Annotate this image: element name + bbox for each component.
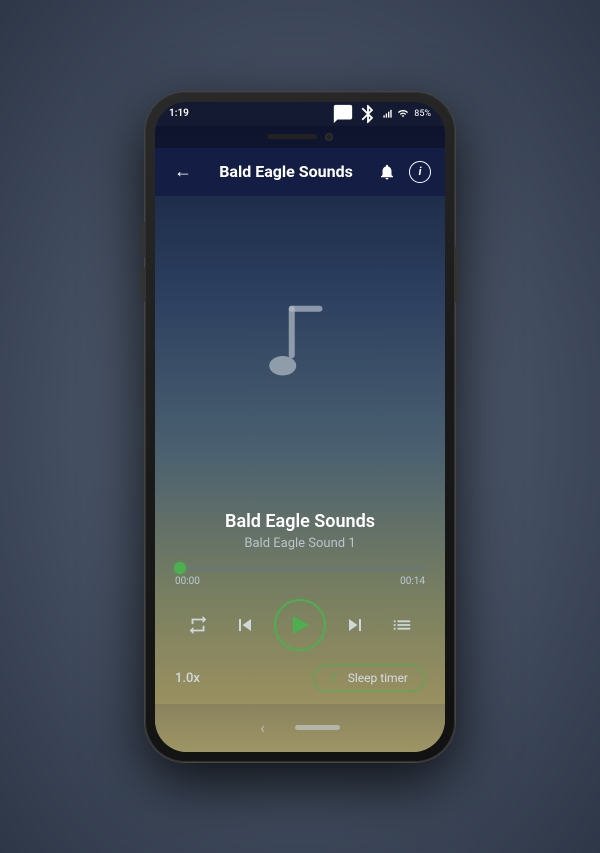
extra-controls: 1.0x ☾ Sleep timer (175, 665, 425, 692)
music-note-icon (260, 302, 340, 404)
skip-prev-icon (233, 613, 257, 637)
progress-thumb[interactable] (174, 562, 186, 574)
status-time: 1:19 (169, 108, 189, 119)
playlist-icon (391, 614, 413, 636)
playback-controls (175, 599, 425, 651)
phone-screen: 1:19 85% ← Bald Eagle Sounds (155, 102, 445, 752)
volume-down-button[interactable] (141, 267, 145, 302)
notification-bell-button[interactable] (375, 160, 399, 184)
volume-up-button[interactable] (141, 222, 145, 257)
sleep-timer-label: Sleep timer (348, 671, 408, 685)
phone-notch (155, 126, 445, 148)
current-time: 00:00 (175, 576, 200, 587)
music-note-svg (260, 302, 340, 392)
play-button[interactable] (274, 599, 326, 651)
speaker-grille (267, 134, 317, 139)
repeat-button[interactable] (180, 607, 216, 643)
phone-frame: 1:19 85% ← Bald Eagle Sounds (145, 92, 455, 762)
progress-area: 00:00 00:14 (175, 567, 425, 587)
power-button[interactable] (455, 247, 459, 302)
front-camera (325, 133, 333, 141)
skip-next-icon (343, 613, 367, 637)
back-button[interactable]: ← (169, 161, 197, 182)
playlist-button[interactable] (384, 607, 420, 643)
status-icons: 85% (332, 103, 431, 125)
progress-times: 00:00 00:14 (175, 576, 425, 587)
signal-icon (382, 108, 394, 119)
sleep-timer-button[interactable]: ☾ Sleep timer (313, 665, 425, 692)
moon-icon: ☾ (330, 671, 342, 686)
track-info: Bald Eagle Sounds Bald Eagle Sound 1 (225, 511, 375, 551)
album-art-area (260, 196, 340, 511)
home-indicator[interactable] (295, 725, 340, 730)
message-icon (332, 103, 354, 125)
nav-back-button[interactable]: ‹ (260, 718, 265, 737)
bluetooth-icon (357, 103, 379, 125)
app-header: ← Bald Eagle Sounds i (155, 148, 445, 196)
header-action-icons: i (375, 160, 431, 184)
page-title: Bald Eagle Sounds (197, 162, 375, 181)
info-button[interactable]: i (409, 161, 431, 183)
bell-icon (378, 163, 396, 181)
track-subtitle: Bald Eagle Sound 1 (225, 536, 375, 551)
total-time: 00:14 (400, 576, 425, 587)
wifi-icon (397, 108, 409, 119)
status-bar: 1:19 85% (155, 102, 445, 126)
next-button[interactable] (337, 607, 373, 643)
repeat-icon (187, 614, 209, 636)
battery-level: 85% (414, 109, 431, 119)
previous-button[interactable] (227, 607, 263, 643)
bottom-nav-bar: ‹ (155, 704, 445, 752)
play-icon (293, 616, 309, 634)
track-title: Bald Eagle Sounds (225, 511, 375, 532)
playback-speed[interactable]: 1.0x (175, 671, 200, 686)
progress-bar-track[interactable] (175, 567, 425, 570)
player-main: Bald Eagle Sounds Bald Eagle Sound 1 00:… (155, 196, 445, 704)
